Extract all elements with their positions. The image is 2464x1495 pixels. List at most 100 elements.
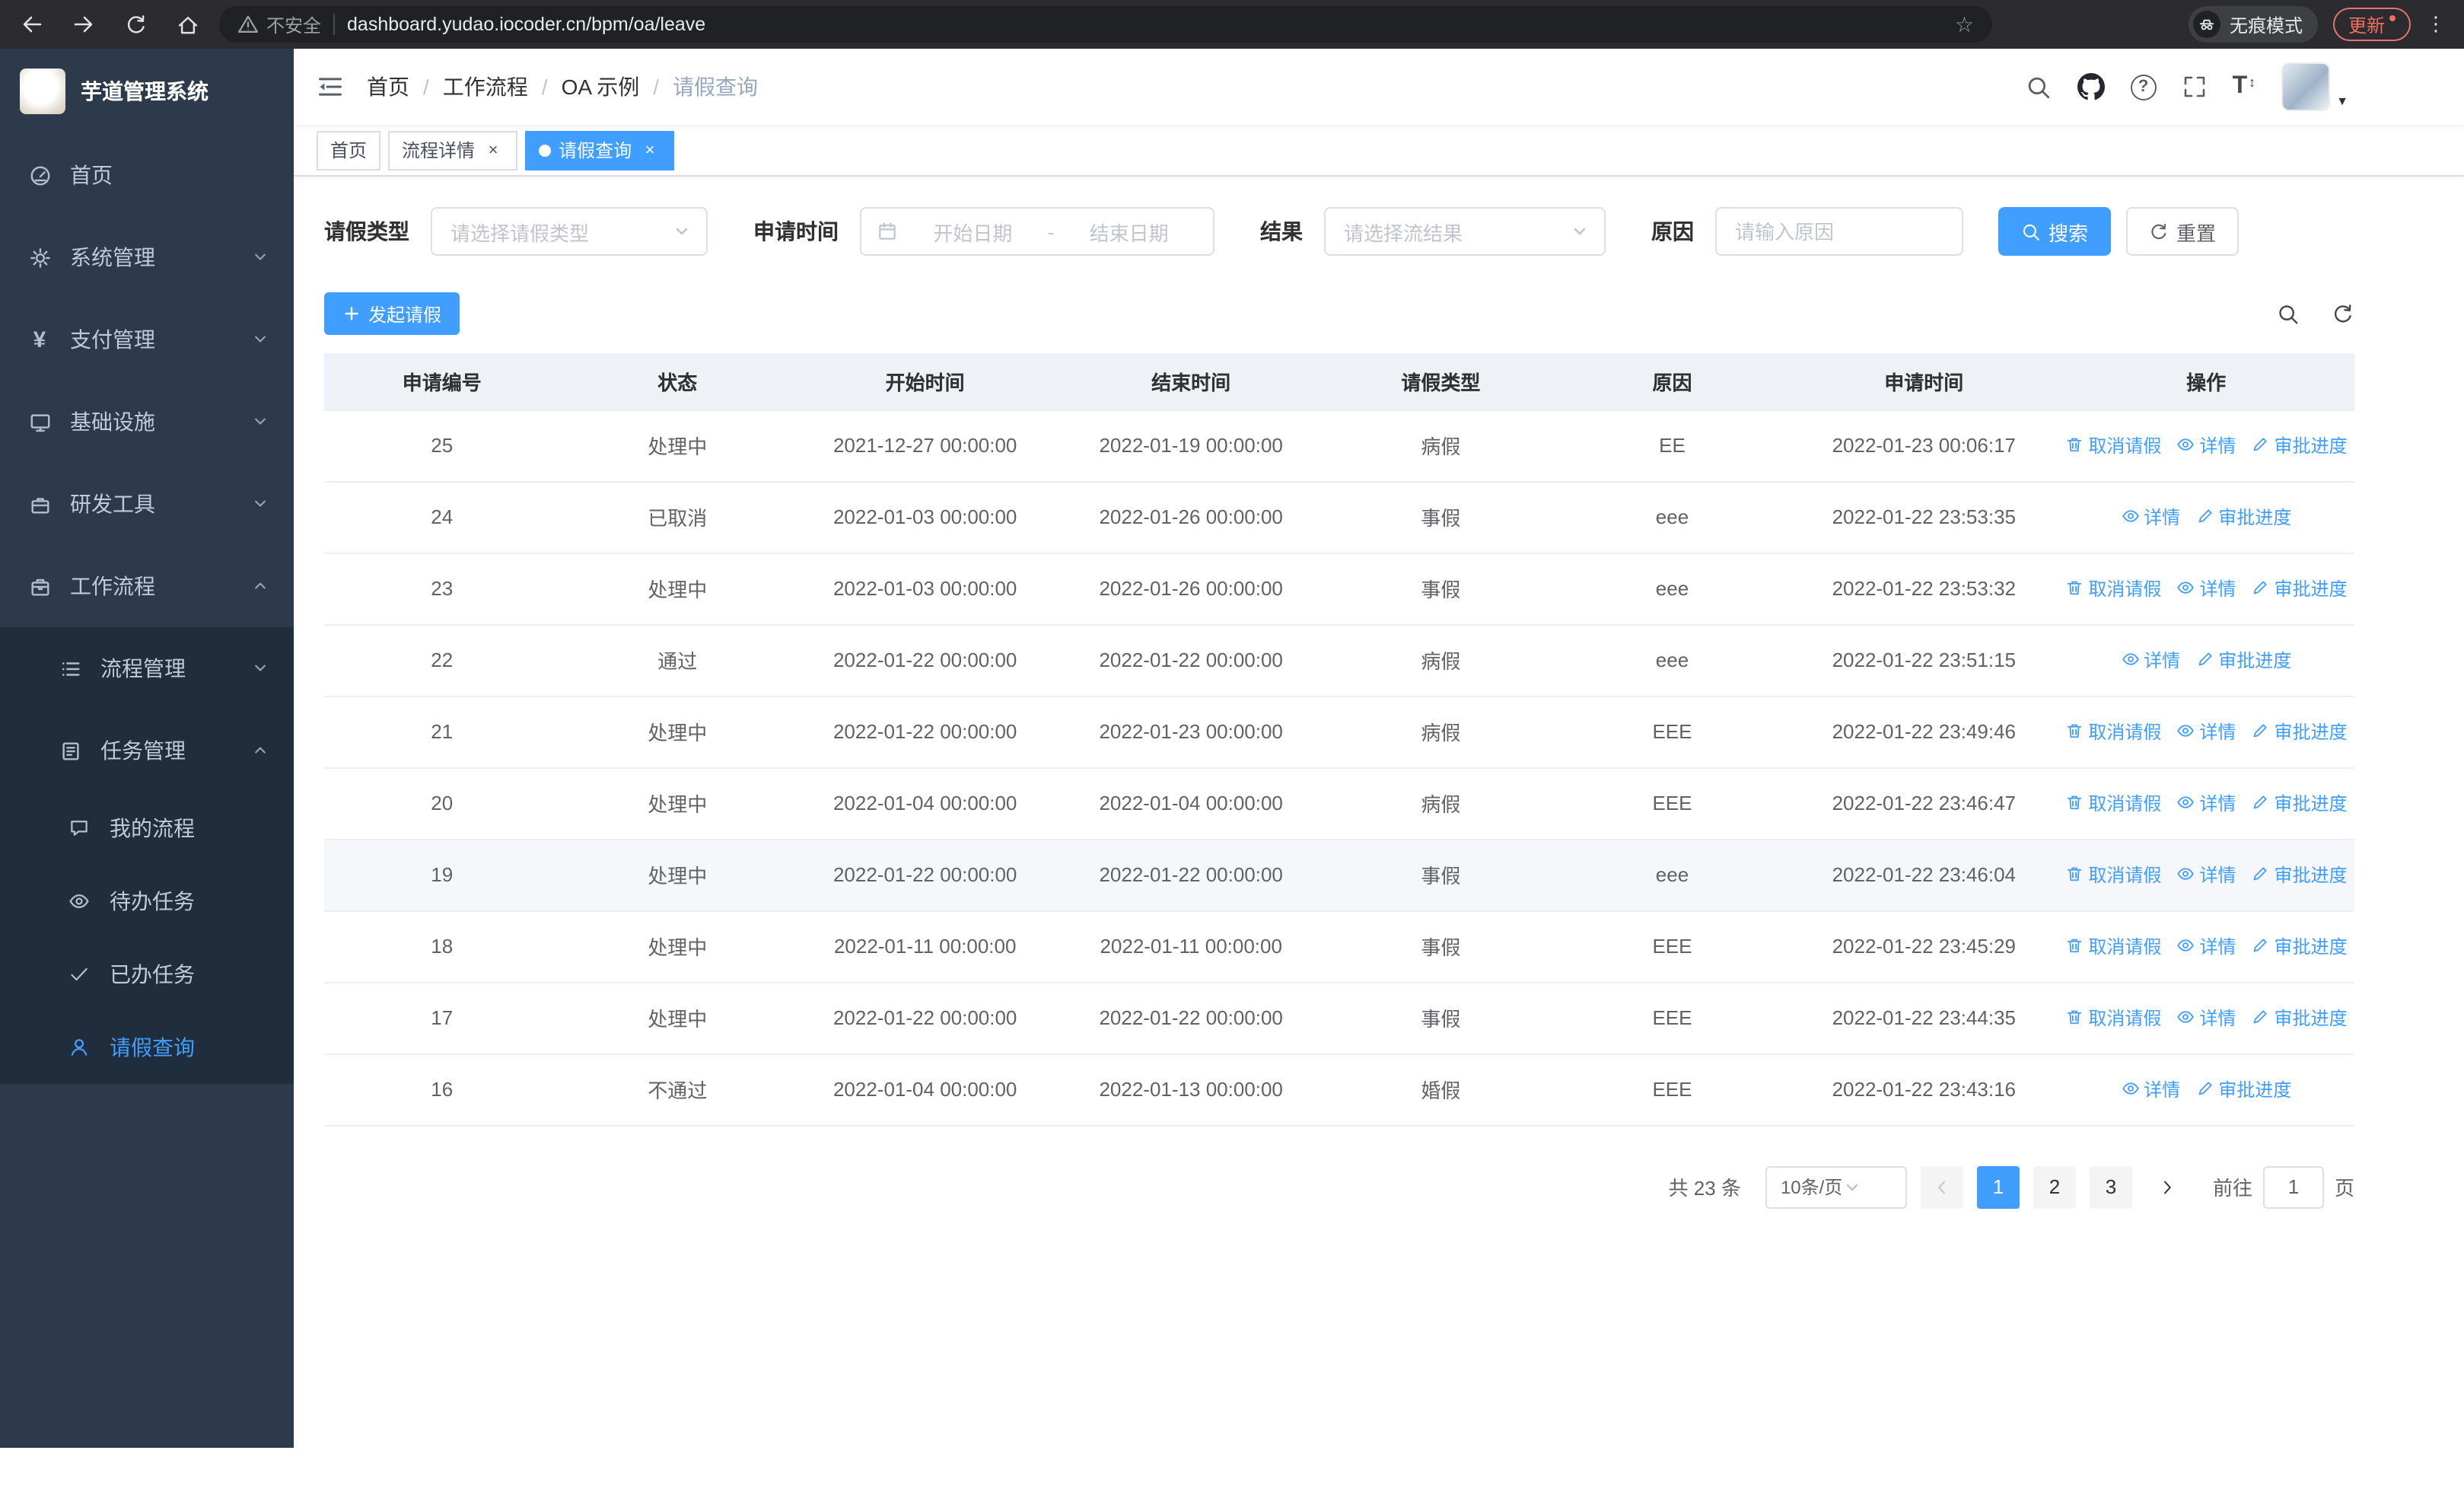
detail-link[interactable]: 详情: [2121, 504, 2180, 530]
cell-status: 不通过: [559, 1054, 795, 1126]
search-icon[interactable]: [2026, 74, 2052, 100]
cancel-leave-link[interactable]: 取消请假: [2065, 790, 2161, 816]
cell-start: 2022-01-22 00:00:00: [794, 624, 1055, 696]
sidebar-item-workflow[interactable]: 工作流程: [0, 545, 294, 627]
security-label[interactable]: 不安全: [266, 11, 321, 37]
browser-menu-icon[interactable]: ⋮: [2426, 12, 2446, 37]
sidebar-item-leave-query[interactable]: 请假查询: [0, 1011, 294, 1084]
tab-process-detail[interactable]: 流程详情 ×: [388, 130, 518, 170]
close-icon[interactable]: ×: [482, 139, 504, 161]
app-logo[interactable]: 芋道管理系统: [0, 49, 294, 134]
search-button[interactable]: 搜索: [1998, 207, 2112, 256]
approval-progress-link[interactable]: 审批进度: [2251, 1005, 2347, 1031]
create-leave-button[interactable]: 发起请假: [324, 292, 460, 335]
sidebar-item-todo-tasks[interactable]: 待办任务: [0, 865, 294, 938]
font-size-icon[interactable]: T ↕: [2233, 73, 2256, 100]
sidebar-item-task-management[interactable]: 任务管理: [0, 709, 294, 792]
sidebar-item-done-tasks[interactable]: 已办任务: [0, 938, 294, 1011]
cancel-leave-link[interactable]: 取消请假: [2065, 432, 2161, 458]
detail-link[interactable]: 详情: [2176, 575, 2236, 601]
sidebar-item-devtools[interactable]: 研发工具: [0, 463, 294, 545]
page-button-1[interactable]: 1: [1976, 1165, 2020, 1208]
reload-button[interactable]: [122, 11, 149, 38]
sidebar-item-infrastructure[interactable]: 基础设施: [0, 381, 294, 463]
prev-page-button[interactable]: [1920, 1165, 1963, 1208]
detail-link[interactable]: 详情: [2176, 719, 2236, 744]
refresh-icon[interactable]: [2332, 302, 2354, 325]
sidebar-item-process-management[interactable]: 流程管理: [0, 627, 294, 709]
cancel-leave-link[interactable]: 取消请假: [2065, 719, 2161, 744]
reset-button[interactable]: 重置: [2126, 207, 2240, 256]
detail-link[interactable]: 详情: [2176, 862, 2236, 888]
todo-icon: [65, 891, 93, 912]
help-icon[interactable]: ?: [2130, 74, 2157, 100]
detail-link[interactable]: 详情: [2176, 790, 2236, 816]
detail-link[interactable]: 详情: [2176, 1005, 2236, 1031]
tab-leave-query[interactable]: 请假查询 ×: [525, 130, 675, 170]
detail-link[interactable]: 详情: [2121, 1076, 2180, 1102]
update-dot: [2389, 14, 2396, 21]
approval-progress-link[interactable]: 审批进度: [2251, 933, 2347, 959]
detail-link[interactable]: 详情: [2121, 647, 2180, 673]
active-tab-dot: [539, 144, 552, 156]
hamburger-icon[interactable]: [317, 73, 344, 100]
sidebar-item-label: 工作流程: [70, 574, 155, 598]
breadcrumb-item[interactable]: 首页: [367, 72, 409, 102]
approval-progress-link[interactable]: 审批进度: [2195, 647, 2291, 673]
fullscreen-icon[interactable]: [2182, 75, 2207, 99]
search-button-label: 搜索: [2049, 222, 2089, 244]
toggle-search-icon[interactable]: [2277, 302, 2300, 325]
cancel-leave-link[interactable]: 取消请假: [2065, 862, 2161, 888]
date-range-picker[interactable]: 开始日期 - 结束日期: [860, 207, 1214, 256]
cell-apply_time: 2022-01-22 23:45:29: [1790, 910, 2058, 983]
detail-link[interactable]: 详情: [2176, 432, 2236, 458]
cancel-leave-link[interactable]: 取消请假: [2065, 1005, 2161, 1031]
cell-reason: EE: [1554, 410, 1791, 482]
cell-actions: 详情 审批进度: [2058, 481, 2354, 553]
cancel-leave-link[interactable]: 取消请假: [2065, 933, 2161, 959]
breadcrumb-item[interactable]: 工作流程: [443, 72, 528, 102]
update-button[interactable]: 更新: [2332, 8, 2411, 41]
cell-type: 事假: [1326, 553, 1555, 625]
reason-input[interactable]: [1715, 207, 1963, 256]
user-menu[interactable]: ▼: [2281, 62, 2348, 111]
close-icon[interactable]: ×: [639, 139, 661, 161]
page-button-3[interactable]: 3: [2089, 1165, 2132, 1208]
url-text[interactable]: dashboard.yudao.iocoder.cn/bpm/oa/leave: [347, 14, 1943, 35]
approval-progress-link[interactable]: 审批进度: [2251, 575, 2347, 601]
approval-progress-link[interactable]: 审批进度: [2251, 790, 2347, 816]
github-icon[interactable]: [2077, 73, 2105, 100]
approval-progress-link[interactable]: 审批进度: [2195, 1076, 2291, 1102]
cell-status: 处理中: [559, 910, 795, 983]
goto-page-input[interactable]: [2262, 1165, 2324, 1208]
page-button-2[interactable]: 2: [2033, 1165, 2076, 1208]
result-select[interactable]: 请选择流结果: [1324, 207, 1606, 256]
cell-apply_time: 2022-01-22 23:51:15: [1790, 624, 2058, 696]
avatar[interactable]: [2281, 62, 2331, 111]
sidebar-item-home[interactable]: 首页: [0, 134, 294, 216]
tab-home[interactable]: 首页: [317, 130, 381, 170]
approval-progress-link[interactable]: 审批进度: [2251, 862, 2347, 888]
breadcrumb-item[interactable]: OA 示例: [562, 72, 640, 102]
bookmark-star-icon[interactable]: ☆: [1955, 11, 1974, 37]
approval-progress-link[interactable]: 审批进度: [2251, 719, 2347, 744]
detail-link[interactable]: 详情: [2176, 933, 2236, 959]
home-button[interactable]: [173, 11, 201, 38]
page-size-value: 10条/页: [1780, 1177, 1843, 1198]
address-bar[interactable]: 不安全 dashboard.yudao.iocoder.cn/bpm/oa/le…: [219, 6, 1992, 43]
approval-progress-link[interactable]: 审批进度: [2251, 432, 2347, 458]
forward-button[interactable]: [70, 11, 97, 38]
sidebar-item-payment[interactable]: ¥ 支付管理: [0, 298, 294, 381]
cell-actions: 取消请假 详情 审批进度: [2058, 839, 2354, 911]
sidebar-item-my-process[interactable]: 我的流程: [0, 792, 294, 865]
back-button[interactable]: [18, 11, 46, 38]
sidebar-item-system[interactable]: 系统管理: [0, 216, 294, 298]
cell-apply_time: 2022-01-22 23:44:35: [1790, 982, 2058, 1054]
page-size-select[interactable]: 10条/页: [1765, 1165, 1907, 1208]
next-page-button[interactable]: [2146, 1165, 2189, 1208]
leave-type-select[interactable]: 请选择请假类型: [431, 207, 708, 256]
gear-icon: [26, 246, 53, 269]
cancel-leave-link[interactable]: 取消请假: [2065, 575, 2161, 601]
approval-progress-link[interactable]: 审批进度: [2195, 504, 2291, 530]
top-navbar: 首页 / 工作流程 / OA 示例 / 请假查询 ? T ↕ ▼: [294, 49, 2464, 125]
